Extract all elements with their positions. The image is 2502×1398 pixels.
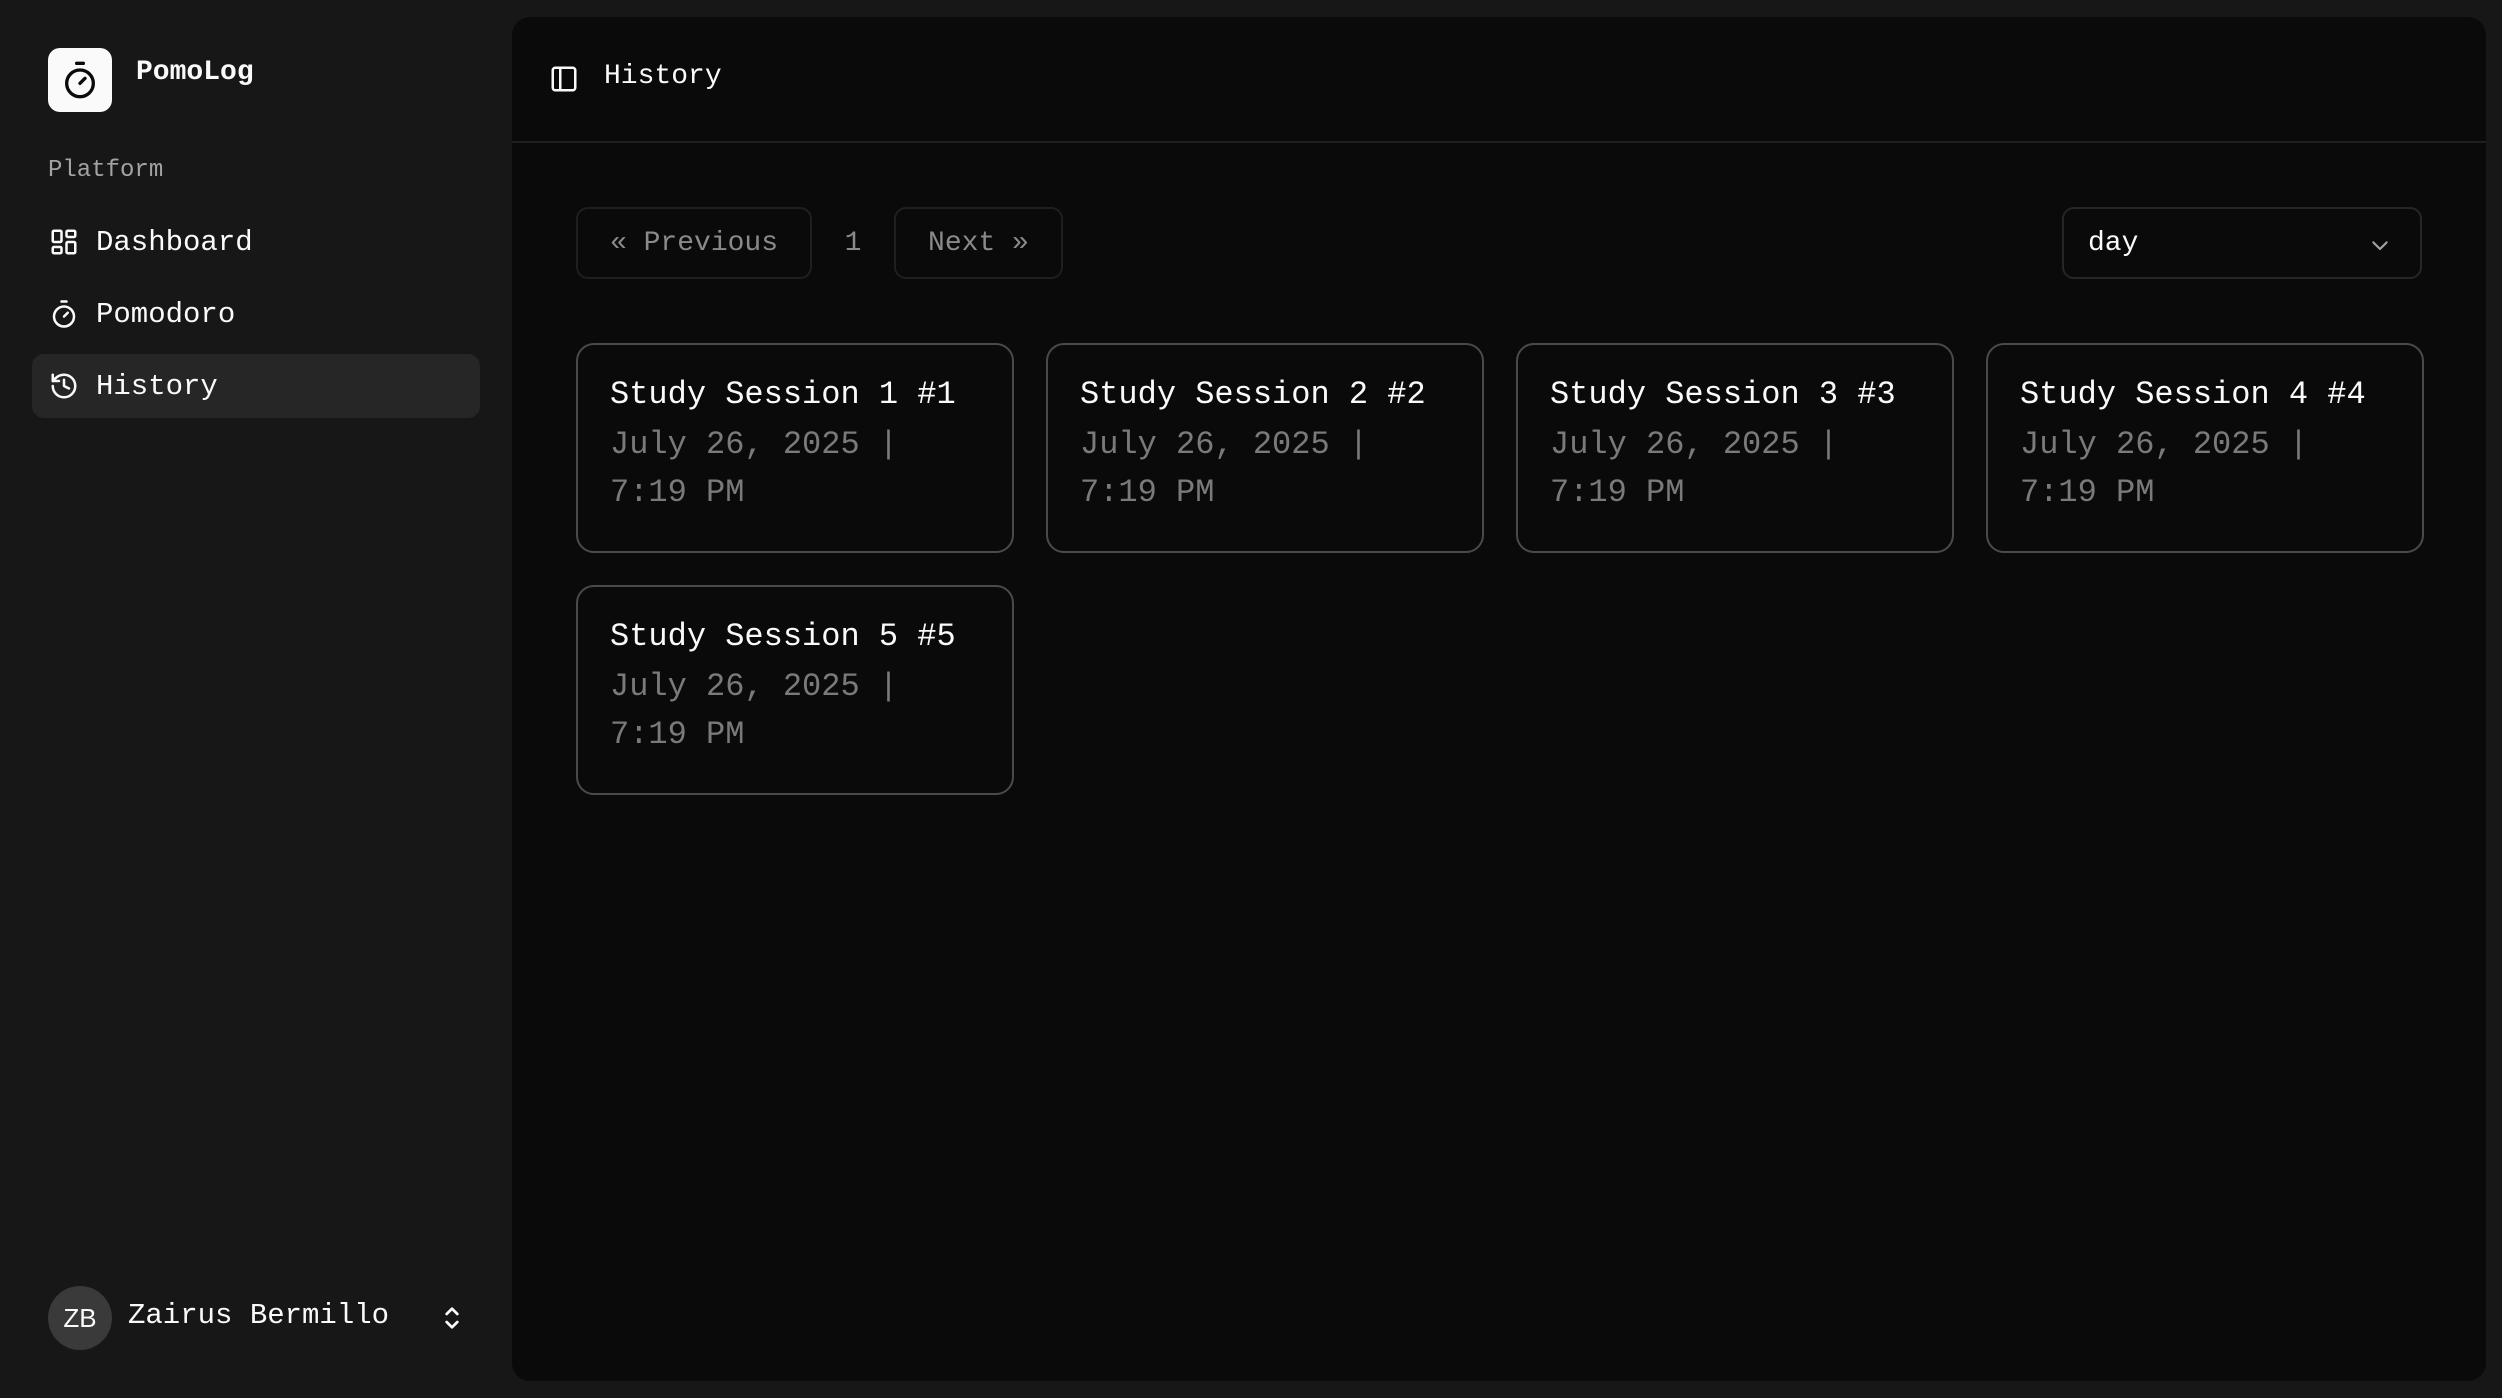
session-card[interactable]: Study Session 1 #1 July 26, 2025 | 7:19 … [576, 343, 1014, 553]
history-icon [48, 370, 80, 402]
sidebar-item-dashboard[interactable]: Dashboard [32, 210, 480, 274]
session-title: Study Session 4 #4 [2020, 376, 2366, 413]
page-title: History [604, 60, 722, 92]
sidebar-toggle-icon[interactable] [548, 63, 580, 95]
session-card[interactable]: Study Session 3 #3 July 26, 2025 | 7:19 … [1516, 343, 1954, 553]
session-date: July 26, 2025 | 7:19 PM [610, 426, 899, 511]
session-card[interactable]: Study Session 4 #4 July 26, 2025 | 7:19 … [1986, 343, 2424, 553]
stopwatch-icon [48, 48, 112, 112]
previous-button[interactable]: « Previous [576, 207, 813, 279]
grid-icon [48, 226, 80, 258]
session-date: July 26, 2025 | 7:19 PM [1550, 426, 1839, 511]
next-button[interactable]: Next » [894, 207, 1063, 279]
brand[interactable]: PomoLog [48, 48, 254, 112]
session-title: Study Session 2 #2 [1080, 376, 1426, 413]
session-card[interactable]: Study Session 2 #2 July 26, 2025 | 7:19 … [1046, 343, 1484, 553]
period-select[interactable]: day [2062, 207, 2422, 279]
chevrons-up-down-icon[interactable] [436, 1302, 468, 1334]
sidebar-item-pomodoro[interactable]: Pomodoro [32, 282, 480, 346]
sidebar-item-history[interactable]: History [32, 354, 480, 418]
topbar: History [512, 17, 2486, 143]
sidebar-item-label: Pomodoro [96, 297, 236, 331]
sidebar-nav: Dashboard Pomodoro History [32, 210, 480, 426]
session-date: July 26, 2025 | 7:19 PM [2020, 426, 2309, 511]
sidebar: PomoLog Platform Dashboard Pomodoro Hist… [0, 0, 510, 1398]
session-title: Study Session 5 #5 [610, 618, 956, 655]
pagination: « Previous 1 Next » [576, 207, 1063, 279]
sidebar-item-label: History [96, 369, 218, 403]
main-panel: History « Previous 1 Next » day Study Se… [512, 17, 2486, 1381]
user-menu[interactable]: ZB Zairus Bermillo [48, 1286, 468, 1350]
session-card[interactable]: Study Session 5 #5 July 26, 2025 | 7:19 … [576, 585, 1014, 795]
chevron-down-icon [2364, 229, 2396, 261]
period-select-value: day [2088, 227, 2139, 259]
session-date: July 26, 2025 | 7:19 PM [610, 668, 899, 753]
sidebar-item-label: Dashboard [96, 225, 253, 259]
session-date: July 26, 2025 | 7:19 PM [1080, 426, 1369, 511]
session-title: Study Session 3 #3 [1550, 376, 1896, 413]
brand-name: PomoLog [136, 56, 254, 88]
session-title: Study Session 1 #1 [610, 376, 956, 413]
timer-icon [48, 298, 80, 330]
user-name: Zairus Bermillo [128, 1298, 390, 1332]
session-grid: Study Session 1 #1 July 26, 2025 | 7:19 … [576, 343, 2424, 795]
sidebar-section-label: Platform [48, 157, 164, 184]
page-number[interactable]: 1 [812, 228, 894, 259]
avatar: ZB [48, 1286, 112, 1350]
